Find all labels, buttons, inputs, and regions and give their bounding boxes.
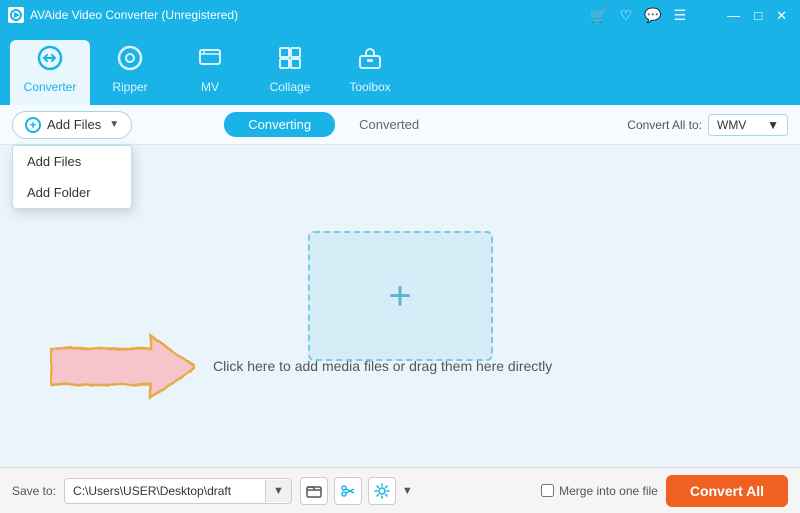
tab-group: Converting Converted [224,112,443,137]
merge-checkbox[interactable] [541,484,554,497]
save-path-input[interactable] [65,479,265,503]
menu-icon[interactable]: ☰ [674,7,687,24]
add-files-button[interactable]: + Add Files ▼ [12,111,132,139]
hint-container: Click here to add media files or drag th… [50,330,552,402]
merge-checkbox-container: Merge into one file [541,484,658,498]
format-value: WMV [717,118,746,132]
nav-label-converter: Converter [24,80,77,94]
nav-label-toolbox: Toolbox [349,80,390,94]
nav-item-converter[interactable]: Converter [10,40,90,105]
save-path-wrapper: ▼ [64,478,292,504]
message-icon[interactable]: 💬 [644,7,661,24]
nav-label-mv: MV [201,80,219,94]
app-logo [8,7,24,23]
dropdown-arrow-icon: ▼ [109,119,119,130]
hint-arrow [50,330,195,402]
heart-icon[interactable]: ♡ [620,7,633,24]
add-files-container: + Add Files ▼ Add Files Add Folder [12,111,132,139]
toolbox-icon [357,45,383,76]
collage-icon [277,45,303,76]
bottom-bar: Save to: ▼ ▼ Mer [0,467,800,513]
convert-all-button[interactable]: Convert All [666,475,788,507]
add-files-dropdown: Add Files Add Folder [12,145,132,209]
tab-converted[interactable]: Converted [335,112,443,137]
merge-label: Merge into one file [559,484,658,498]
hint-text: Click here to add media files or drag th… [213,358,552,374]
drop-zone-plus-icon: + [388,276,411,316]
nav-label-collage: Collage [270,80,311,94]
tab-converting[interactable]: Converting [224,112,335,137]
nav-item-collage[interactable]: Collage [250,40,330,105]
save-to-label: Save to: [12,484,56,498]
format-dropdown-icon: ▼ [767,118,779,132]
plus-circle-icon: + [25,117,41,133]
nav-bar: Converter Ripper MV Collag [0,30,800,105]
app-title: AVAide Video Converter (Unregistered) [30,8,238,22]
title-bar-controls: — □ ✕ [722,7,792,24]
add-folder-option[interactable]: Add Folder [13,177,131,208]
cart-icon[interactable]: 🛒 [590,7,607,24]
maximize-button[interactable]: □ [749,7,767,24]
ripper-icon [117,45,143,76]
settings-dropdown-arrow[interactable]: ▼ [402,485,413,497]
add-files-option[interactable]: Add Files [13,146,131,177]
converter-icon [37,45,63,76]
nav-item-ripper[interactable]: Ripper [90,40,170,105]
mv-icon [197,45,223,76]
convert-all-to-label: Convert All to: [627,118,702,132]
toolbar: + Add Files ▼ Add Files Add Folder Conve… [0,105,800,145]
settings-button[interactable] [368,477,396,505]
save-path-dropdown-icon[interactable]: ▼ [265,480,291,502]
bottom-action-icons: ▼ [300,477,413,505]
open-folder-button[interactable] [300,477,328,505]
title-bar: AVAide Video Converter (Unregistered) 🛒 … [0,0,800,30]
title-bar-left: AVAide Video Converter (Unregistered) [8,7,238,23]
close-button[interactable]: ✕ [771,7,792,24]
convert-all-to-section: Convert All to: WMV ▼ [627,114,788,136]
nav-item-toolbox[interactable]: Toolbox [330,40,410,105]
minimize-button[interactable]: — [722,7,745,24]
add-files-label: Add Files [47,117,101,132]
nav-item-mv[interactable]: MV [170,40,250,105]
format-select[interactable]: WMV ▼ [708,114,788,136]
nav-label-ripper: Ripper [112,80,147,94]
title-bar-icons: 🛒 ♡ 💬 ☰ [590,7,686,24]
scissors-button[interactable] [334,477,362,505]
